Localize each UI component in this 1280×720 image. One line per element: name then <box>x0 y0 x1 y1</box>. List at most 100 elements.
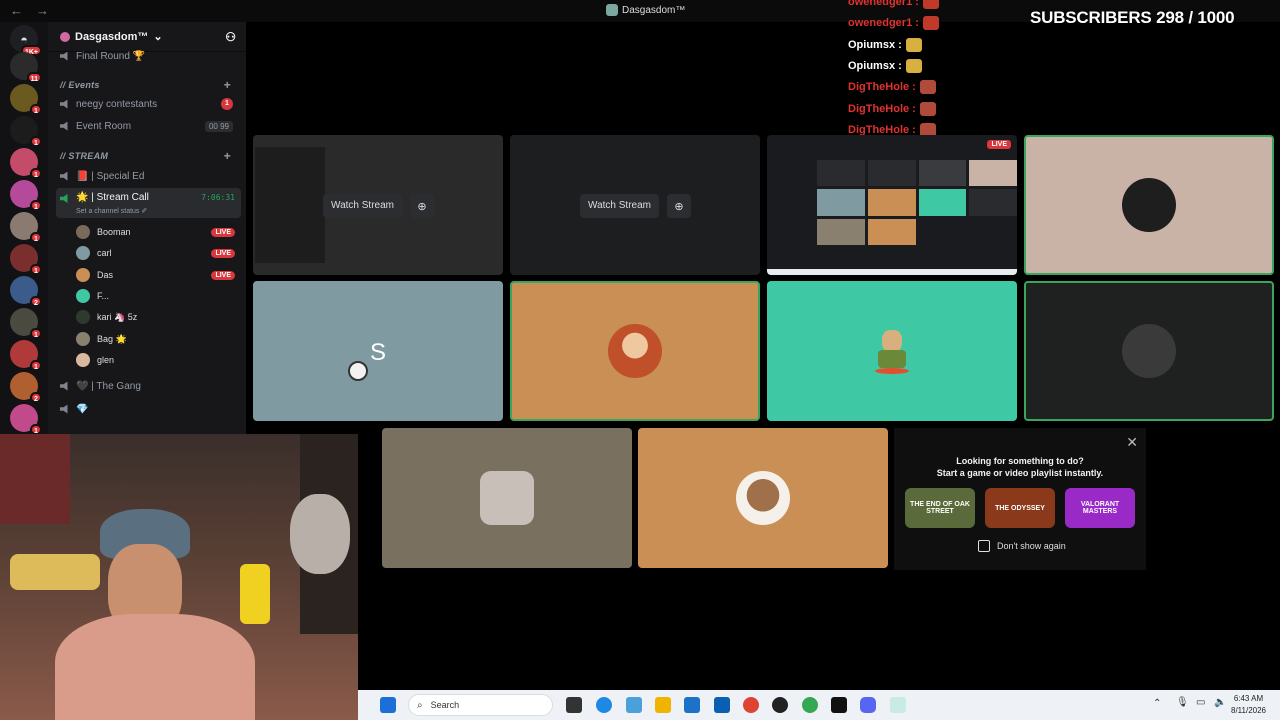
outlook-icon[interactable] <box>684 697 700 713</box>
video-tile-user-5[interactable] <box>382 428 632 568</box>
server-rail: ◓ 1K+ 11 1 1 1 1 1 1 2 1 1 2 1 <box>0 22 48 435</box>
server-icon[interactable]: 1 <box>10 212 42 243</box>
chat-message: owenedger1 : <box>848 0 939 9</box>
channel-special-ed[interactable]: 📕 | Special Ed <box>56 166 241 186</box>
server-badge: 1 <box>30 104 42 115</box>
channel-status[interactable]: Set a channel status ✐ <box>76 207 147 215</box>
server-icon[interactable]: 1 <box>10 148 42 179</box>
plus-icon[interactable]: + <box>224 149 231 163</box>
activity-heading: Looking for something to do? <box>956 456 1084 466</box>
microphone-icon[interactable]: 🎙 <box>1176 697 1189 708</box>
video-tile-user-3[interactable] <box>767 281 1017 421</box>
voice-user[interactable]: glen <box>76 350 241 370</box>
chrome-profile-icon[interactable] <box>802 697 818 713</box>
plus-icon[interactable]: + <box>224 78 231 92</box>
channel-neegy[interactable]: neegy contestants 1 <box>56 94 241 114</box>
emote-icon <box>919 80 936 95</box>
chrome-icon[interactable] <box>743 697 759 713</box>
file-explorer-icon[interactable] <box>655 697 671 713</box>
emote-icon <box>905 37 922 52</box>
discord-icon[interactable] <box>860 697 876 713</box>
server-icon[interactable]: 1 <box>10 308 42 339</box>
speaker-icon <box>60 404 68 414</box>
voice-user[interactable]: F... <box>76 286 241 306</box>
zoom-icon[interactable]: ⊕ <box>409 194 434 218</box>
server-name: Dasgasdom™ <box>75 30 149 43</box>
dont-show-again[interactable]: Don't show again <box>978 540 1066 552</box>
video-tile-carl[interactable]: S <box>253 281 503 421</box>
server-icon[interactable]: 1 <box>10 116 42 147</box>
voice-user[interactable]: Das LIVE <box>76 265 241 285</box>
voice-user-name: F... <box>97 291 110 301</box>
task-view-icon[interactable] <box>566 697 582 713</box>
channel-final-round[interactable]: Final Round 🏆 <box>56 46 241 66</box>
volume-icon[interactable]: 🔈 <box>1214 697 1226 708</box>
server-icon[interactable]: 1 <box>10 244 42 275</box>
channel-event-room[interactable]: Event Room 00 99 <box>56 116 241 136</box>
category-events[interactable]: // Events + <box>56 75 241 95</box>
server-icon[interactable]: 1 <box>10 404 42 435</box>
windows-start-icon[interactable] <box>380 697 396 713</box>
stream-tile-carl[interactable]: Watch Stream ⊕ <box>510 135 760 275</box>
avatar <box>865 324 919 378</box>
back-arrow-icon[interactable]: ← <box>10 3 23 18</box>
speaker-icon <box>60 194 68 203</box>
voice-user-name: Booman <box>97 227 131 237</box>
video-tile-user-6[interactable] <box>638 428 888 568</box>
widgets-icon[interactable] <box>626 697 642 713</box>
server-icon[interactable]: 2 <box>10 276 42 307</box>
chevron-up-icon[interactable]: ⌃ <box>1153 698 1161 709</box>
video-tile-user-1[interactable] <box>1024 135 1274 275</box>
channel-diamond[interactable]: 💎 <box>56 399 241 419</box>
channel-label: Final Round 🏆 <box>76 50 146 62</box>
channel-stream-call[interactable]: 🌟 | Stream Call 7:06:31 Set a channel st… <box>56 188 241 218</box>
store-icon[interactable] <box>714 697 730 713</box>
taskbar-clock[interactable]: 6:43 AM 8/11/2026 <box>1231 693 1266 717</box>
obs-icon[interactable] <box>772 697 788 713</box>
category-stream[interactable]: // STREAM + <box>56 146 241 166</box>
emote-icon <box>922 16 939 31</box>
network-icon[interactable]: ▭ <box>1196 697 1205 708</box>
forward-arrow-icon[interactable]: → <box>36 3 49 18</box>
chat-username: DigTheHole : <box>848 123 916 136</box>
video-tile-user-2[interactable] <box>510 281 760 421</box>
server-icon[interactable]: 1 <box>10 180 42 211</box>
zoom-icon[interactable]: ⊕ <box>666 194 691 218</box>
edge-icon[interactable] <box>596 697 612 713</box>
voice-user-name: kari 🦄 5z <box>97 311 138 322</box>
voice-user[interactable]: Booman LIVE <box>76 222 241 242</box>
window-title-text: Dasgasdom™ <box>622 4 686 16</box>
emote-icon <box>919 101 936 116</box>
taskbar-search[interactable]: ⌕ Search <box>408 694 553 716</box>
server-icon[interactable]: 11 <box>10 52 42 83</box>
call-timer: 7:06:31 <box>201 193 235 202</box>
stream-tile-das[interactable]: LIVE <box>767 135 1017 275</box>
category-label: // Events <box>60 80 100 90</box>
video-tile-user-4[interactable] <box>1024 281 1274 421</box>
watch-stream-button[interactable]: Watch Stream <box>323 194 402 218</box>
activity-card[interactable]: THE ODYSSEY <box>985 488 1055 528</box>
speaker-icon <box>60 121 68 131</box>
avatar <box>76 310 90 324</box>
channel-the-gang[interactable]: 🖤 | The Gang <box>56 376 241 396</box>
clock-date: 8/11/2026 <box>1231 706 1266 715</box>
voice-user-name: carl <box>97 248 112 258</box>
close-icon[interactable]: ✕ <box>1126 434 1138 451</box>
channel-label: 📕 | Special Ed <box>76 170 145 182</box>
activity-card[interactable]: VALORANT MASTERS <box>1065 488 1135 528</box>
add-member-icon[interactable]: ⚇ <box>225 30 236 44</box>
server-icon[interactable]: 1 <box>10 84 42 115</box>
discord-home-icon[interactable]: ◓ 1K+ <box>10 25 42 56</box>
dont-show-checkbox[interactable] <box>978 540 990 552</box>
voice-user[interactable]: Bag 🌟 <box>76 329 241 349</box>
watch-stream-group: Watch Stream ⊕ <box>323 194 434 218</box>
terminal-icon[interactable] <box>831 697 847 713</box>
stream-tile-booman[interactable]: Watch Stream ⊕ <box>253 135 503 275</box>
server-icon[interactable]: 2 <box>10 372 42 403</box>
server-icon[interactable]: 1 <box>10 340 42 371</box>
voice-user[interactable]: kari 🦄 5z <box>76 307 241 327</box>
voice-user[interactable]: carl LIVE <box>76 243 241 263</box>
activity-card[interactable]: THE END OF OAK STREET <box>905 488 975 528</box>
app-icon[interactable] <box>890 697 906 713</box>
watch-stream-button[interactable]: Watch Stream <box>580 194 659 218</box>
